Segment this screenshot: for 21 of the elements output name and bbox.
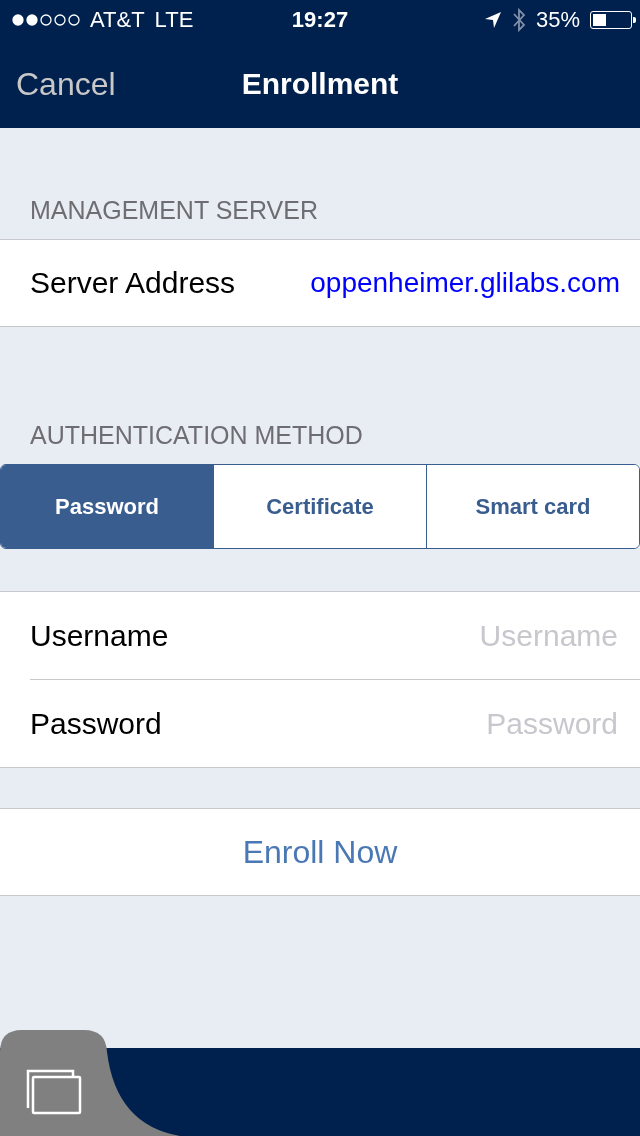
windows-tab[interactable]	[0, 1030, 180, 1136]
input-field[interactable]: Username	[316, 617, 620, 654]
battery-percent: 35%	[535, 7, 580, 33]
segment-tab[interactable]: Smart card	[426, 465, 639, 548]
cancel-button[interactable]: Cancel	[16, 65, 116, 103]
field-label: Username	[30, 618, 169, 653]
bluetooth-icon	[511, 8, 526, 32]
clock: 19:27	[291, 7, 349, 33]
segment-tab[interactable]: Password	[1, 465, 213, 548]
carrier: AT&T	[90, 7, 145, 33]
location-icon	[483, 11, 502, 29]
section-header: AUTHENTICATION METHOD	[29, 420, 364, 451]
field-label: Password	[30, 706, 162, 741]
row-label: Server Address	[30, 266, 236, 300]
section-header: MANAGEMENT SERVER	[29, 195, 320, 226]
signal-icon	[12, 14, 80, 26]
network-type: LTE	[154, 7, 194, 33]
nav-title: Enrollment	[241, 67, 399, 101]
server-address[interactable]: oppenheimer.glilabs.com	[310, 267, 620, 299]
enroll-button[interactable]: Enroll Now	[0, 808, 640, 896]
input-field[interactable]: Password	[316, 705, 620, 742]
